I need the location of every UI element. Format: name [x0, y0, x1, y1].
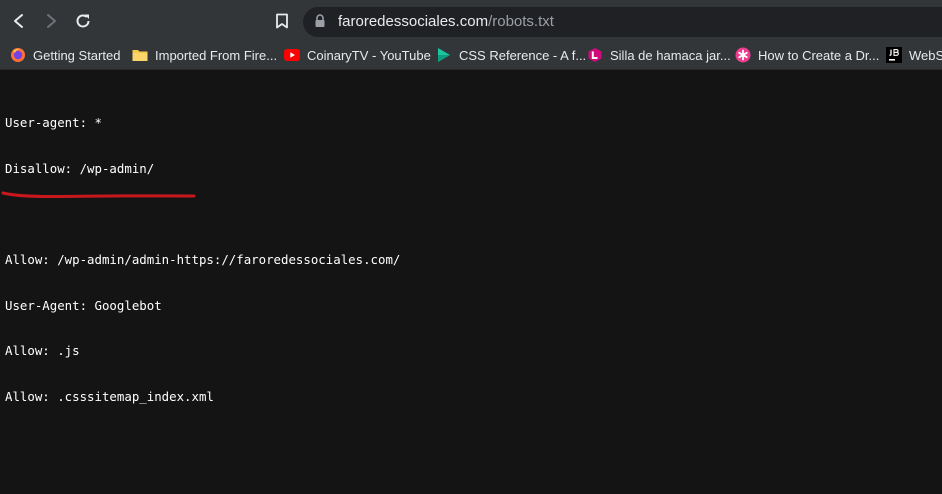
- bookmark-label: Silla de hamaca jar...: [610, 47, 731, 63]
- bookmark-getting-started[interactable]: Getting Started: [10, 45, 120, 65]
- robots-line: User-agent: *: [5, 115, 102, 131]
- css-reference-icon: [436, 47, 452, 63]
- red-underline-annotation: [1, 191, 196, 199]
- forward-arrow-icon[interactable]: [39, 9, 63, 33]
- robots-line: User-Agent: Googlebot: [5, 297, 162, 313]
- bookmark-label: Getting Started: [33, 47, 121, 63]
- url-path: /robots.txt: [488, 13, 554, 30]
- bookmarks-bar: Getting Started Imported From Fire... Co…: [0, 42, 942, 70]
- folder-icon: [132, 47, 148, 63]
- bookmark-how-to-create[interactable]: How to Create a Dr...: [735, 45, 879, 65]
- browser-toolbar: faroredessociales.com/robots.txt: [0, 0, 942, 42]
- back-arrow-icon[interactable]: [7, 9, 31, 33]
- youtube-icon: [284, 47, 300, 63]
- firefox-icon: [10, 47, 26, 63]
- robots-line: Allow: /wp-admin/admin-https://faroredes…: [5, 252, 401, 268]
- bookmark-label: Imported From Fire...: [155, 47, 278, 63]
- bookmark-webstorm[interactable]: WebSt: [886, 45, 942, 65]
- reload-icon[interactable]: [71, 9, 95, 33]
- bookmark-label: CoinaryTV - YouTube: [307, 47, 431, 63]
- robots-line: Allow: .js: [5, 343, 80, 359]
- url-text[interactable]: faroredessociales.com/robots.txt: [338, 12, 554, 32]
- bookmark-label: CSS Reference - A f...: [459, 47, 587, 63]
- url-domain: faroredessociales.com: [338, 13, 489, 30]
- robots-line: Disallow: /wp-admin/: [5, 161, 155, 176]
- bookmark-label: How to Create a Dr...: [758, 47, 880, 63]
- robots-line: [5, 207, 400, 222]
- bookmark-imported-folder[interactable]: Imported From Fire...: [132, 45, 277, 65]
- bookmark-css-reference[interactable]: CSS Reference - A f...: [436, 45, 586, 65]
- bookmark-icon[interactable]: [270, 9, 294, 33]
- l-badge-icon: [587, 47, 603, 63]
- robots-line: Allow: .csssitemap_index.xml: [5, 388, 214, 404]
- jetbrains-icon: [886, 47, 902, 63]
- lock-icon[interactable]: [308, 9, 332, 33]
- bookmark-silla-de-hamaca[interactable]: Silla de hamaca jar...: [587, 45, 731, 65]
- bookmark-label: WebSt: [909, 47, 942, 63]
- bookmark-coinarytv-youtube[interactable]: CoinaryTV - YouTube: [284, 45, 431, 65]
- asterisk-icon: [735, 47, 751, 63]
- robots-txt-content: User-agent: * Disallow: /wp-admin/ Allow…: [5, 85, 400, 419]
